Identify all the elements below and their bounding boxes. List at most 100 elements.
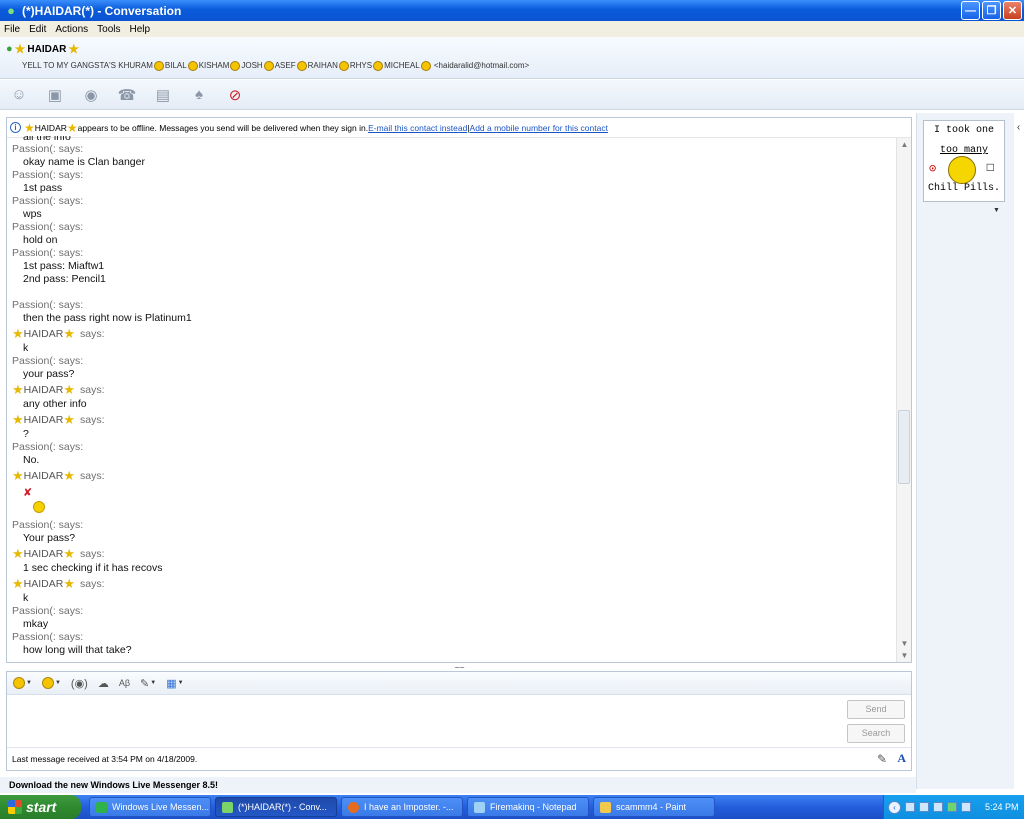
pm-segment: YELL TO MY GANGSTA'S KHURAM [22,61,153,71]
messenger-tray-icon[interactable] [947,802,957,812]
start-label: start [26,799,57,815]
says-label: says: [80,469,105,482]
email-contact-link[interactable]: E-mail this contact instead [368,123,467,133]
taskbar-item[interactable]: Windows Live Messen... [89,797,211,817]
emoticon-button[interactable]: ▼ [13,677,32,689]
sunglasses-emoticon-icon [338,61,349,71]
star-icon: ★ [63,411,75,427]
share-files-icon[interactable]: ▣ [44,85,66,105]
taskbar: start Windows Live Messen... (*)HAIDAR(*… [0,795,1024,819]
send-button[interactable]: Send [847,700,905,719]
sender-name: HAIDAR [23,413,64,426]
star-icon: ★ [12,381,24,397]
scroll-thumb[interactable] [898,410,910,484]
clock[interactable]: 5:24 PM [985,802,1019,812]
display-picture-line: I took one [933,125,994,136]
message-gap [10,286,895,299]
personal-message: YELL TO MY GANGSTA'S KHURAM BILAL KISHAM JO… [22,61,529,71]
minimize-button[interactable]: — [961,1,980,20]
bottle-icon: □ [986,161,994,175]
scroll-up-icon[interactable]: ▲ [900,140,909,149]
chevron-down-icon: ▼ [150,680,157,686]
message-text: k [23,342,29,354]
last-message-status: Last message received at 3:54 PM on 4/18… [12,754,198,764]
pen-icon: ✎ [140,677,150,690]
nudge-button[interactable]: (◉) [71,677,88,690]
contact-name[interactable]: ● ★ HAIDAR ★ [6,42,79,56]
activities-icon[interactable]: ▤ [152,85,174,105]
message-sender-haidar: ★ HAIDAR ★ says: [10,325,895,342]
games-icon[interactable]: ♠ [188,85,210,105]
scroll-down-icon[interactable]: ▼ [900,639,909,648]
search-button[interactable]: Search [847,724,905,743]
message-text: then the pass right now is Platinum1 [23,312,192,324]
menu-file[interactable]: File [4,24,20,35]
chevron-down-icon: ▼ [54,680,61,686]
message-text: mkay [23,618,49,630]
handwriting-mode-icon[interactable]: ✎ [877,752,887,766]
star-icon: ★ [14,42,26,56]
invite-contact-icon[interactable]: ☺ [8,85,30,105]
maximize-button[interactable]: ❐ [982,1,1001,20]
taskbar-item[interactable]: I have an Imposter. -... [341,797,463,817]
menu-help[interactable]: Help [130,24,151,35]
firefox-icon [348,801,359,813]
call-icon[interactable]: ☎ [116,85,138,105]
close-button[interactable]: ✕ [1003,1,1022,20]
add-mobile-link[interactable]: Add a mobile number for this contact [470,123,608,133]
message-sender: Passion(: says: [12,631,84,643]
download-banner[interactable]: Download the new Windows Live Messenger … [0,777,916,793]
collapse-panel-icon[interactable]: ‹ [1013,117,1024,139]
message-text: Your pass? [23,532,76,544]
message-sender-haidar: ★ HAIDAR ★ says: [10,381,895,398]
video-call-icon[interactable]: ◉ [80,85,102,105]
chevron-down-icon[interactable]: ▼ [993,207,1000,214]
tray-icon[interactable] [905,802,915,812]
volume-icon[interactable] [919,802,929,812]
says-label: says: [80,383,105,396]
pm-segment: MICHEAL [384,61,420,71]
contact-display-picture[interactable]: I took one too many ⊙ □ Chill Pills. [923,120,1005,202]
sender-name: HAIDAR [23,469,64,482]
voice-clip-button[interactable]: ☁ [98,677,109,690]
resize-splitter[interactable]: ........ [444,662,474,670]
menu-bar: File Edit Actions Tools Help [0,21,1024,37]
tray-icon[interactable] [961,802,971,812]
sunglasses-emoticon-icon [230,61,241,71]
scroll-end-icon[interactable]: ▼ [900,651,909,660]
sunglasses-emoticon-icon [420,61,431,71]
contact-name-text: HAIDAR [27,43,67,55]
says-label: says: [80,547,105,560]
contact-email: <haidaralid@hotmail.com> [431,61,530,71]
message-text: your pass? [23,368,75,380]
show-hidden-icons-icon[interactable]: ‹ [888,800,901,814]
text-mode-icon[interactable]: A [897,751,906,766]
says-label: says: [80,327,105,340]
messenger-icon [96,801,107,813]
taskbar-item[interactable]: Firemakinq - Notepad [467,797,589,817]
taskbar-item[interactable]: scammm4 - Paint [593,797,715,817]
message-text: all the info [23,136,71,143]
menu-tools[interactable]: Tools [97,24,120,35]
background-button[interactable]: ▦ ▼ [166,677,183,690]
taskbar-item[interactable]: (*)HAIDAR(*) - Conv... [215,797,337,817]
message-sender: Passion(: says: [12,299,84,311]
offline-info-bar: i ★ HAIDAR ★ appears to be offline. Mess… [7,118,911,138]
menu-actions[interactable]: Actions [55,24,88,35]
message-text: 2nd pass: Pencil1 [23,273,106,285]
message-sender: Passion(: says: [12,143,84,155]
handwriting-button[interactable]: ✎ ▼ [140,677,156,690]
contact-status-icon: ● [6,43,13,55]
history-scrollbar[interactable]: ▲ ▼ ▼ [896,138,911,662]
message-sender: Passion(: says: [12,519,84,531]
start-button[interactable]: start [0,795,81,819]
network-icon[interactable] [933,802,943,812]
info-icon: i [10,122,21,133]
windows-logo-icon [8,800,22,814]
block-contact-icon[interactable]: ⊘ [224,85,246,105]
font-button[interactable]: Aβ [119,678,130,688]
menu-edit[interactable]: Edit [29,24,46,35]
message-text: any other info [23,398,87,410]
wink-button[interactable]: ▼ [41,677,61,689]
window-controls: — ❐ ✕ [961,1,1022,20]
